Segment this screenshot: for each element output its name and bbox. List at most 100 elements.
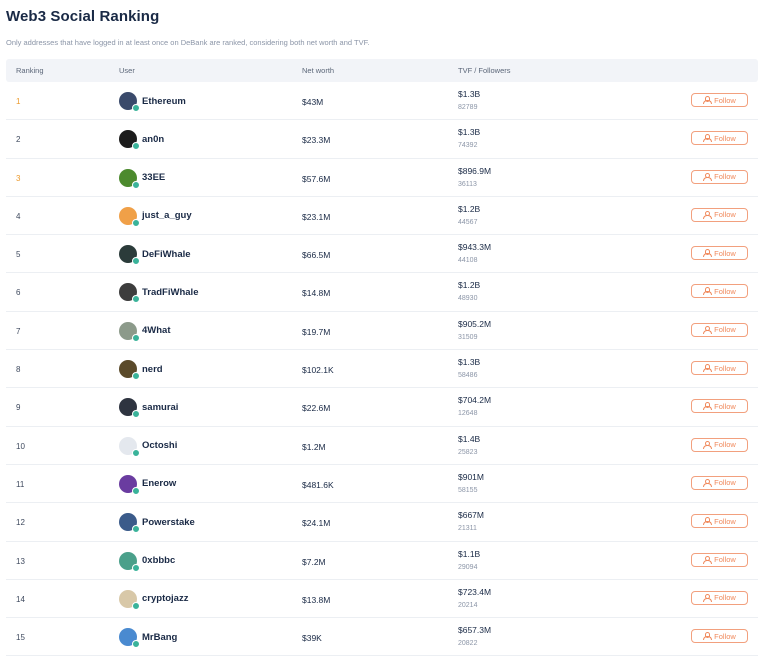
followers-count: 36113 [458, 180, 477, 188]
user-avatar[interactable] [119, 551, 140, 572]
user-avatar[interactable] [119, 321, 140, 342]
user-name-link[interactable]: nerd [142, 364, 163, 375]
follow-button-label: Follow [714, 555, 736, 565]
table-row-33ee[interactable]: 3 33EE $57.6M $896.9M 36113 Follow [6, 159, 758, 197]
column-header-tvf-followers: TVF / Followers [458, 66, 511, 75]
verified-badge-icon [132, 640, 140, 649]
user-avatar[interactable] [119, 628, 140, 649]
rank-value: 13 [16, 556, 25, 566]
follow-button[interactable]: Follow [691, 93, 748, 107]
user-avatar[interactable] [119, 168, 140, 189]
table-row-tradfiwhale[interactable]: 6 TradFiWhale $14.8M $1.2B 48930 Follow [6, 273, 758, 312]
tvf-value: $1.3B [458, 127, 481, 138]
follow-button[interactable]: Follow [691, 475, 748, 490]
follow-button-label: Follow [714, 325, 736, 335]
follow-button[interactable]: Follow [691, 514, 748, 529]
user-name-link[interactable]: cryptojazz [142, 593, 188, 604]
follow-button-label: Follow [714, 95, 736, 105]
follow-button[interactable]: Follow [691, 246, 748, 261]
user-name-link[interactable]: DeFiWhale [142, 249, 191, 260]
follow-button[interactable]: Follow [691, 437, 748, 452]
user-avatar[interactable] [119, 436, 140, 457]
user-plus-icon [703, 172, 712, 181]
table-row-octoshi[interactable]: 10 Octoshi $1.2M $1.4B 25823 Follow [6, 427, 758, 465]
follow-button[interactable]: Follow [691, 552, 748, 567]
follow-button[interactable]: Follow [691, 361, 748, 376]
net-worth-value: $66.5M [302, 250, 331, 261]
rank-value: 15 [16, 633, 25, 643]
followers-count: 48930 [458, 295, 478, 303]
follow-button[interactable]: Follow [691, 322, 748, 337]
user-avatar[interactable] [119, 589, 140, 610]
table-row-just_a_guy[interactable]: 4 just_a_guy $23.1M $1.2B 44567 Follow [6, 197, 758, 236]
user-name-link[interactable]: Powerstake [142, 517, 195, 528]
user-plus-icon [703, 96, 712, 104]
rank-value: 1 [16, 97, 21, 106]
table-row-ethereum[interactable]: 1 Ethereum $43M $1.3B 82789 Follow [6, 82, 758, 121]
user-avatar[interactable] [119, 206, 140, 227]
table-row-nerd[interactable]: 8 nerd $102.1K $1.3B 58486 Follow [6, 350, 758, 389]
page-subtitle: Only addresses that have logged in at le… [6, 38, 370, 47]
verified-badge-icon [132, 257, 140, 266]
user-avatar[interactable] [119, 92, 140, 112]
user-avatar[interactable] [119, 245, 140, 266]
net-worth-value: $1.2M [302, 441, 326, 452]
table-row-0xbbbc[interactable]: 13 0xbbbc $7.2M $1.1B 29094 Follow [6, 542, 758, 580]
user-name-link[interactable]: an0n [142, 134, 164, 145]
follow-button[interactable]: Follow [691, 169, 748, 184]
user-name-link[interactable]: Enerow [142, 478, 176, 489]
follow-button[interactable]: Follow [691, 207, 748, 222]
user-avatar[interactable] [119, 398, 140, 419]
followers-count: 44108 [458, 257, 478, 265]
net-worth-value: $22.6M [302, 403, 331, 414]
user-name-link[interactable]: 33EE [142, 172, 165, 183]
user-plus-icon [703, 517, 712, 526]
net-worth-value: $43M [302, 97, 324, 107]
user-avatar[interactable] [119, 360, 140, 381]
rank-value: 12 [16, 518, 25, 528]
user-plus-icon [703, 287, 712, 296]
user-avatar[interactable] [119, 130, 140, 151]
follow-button[interactable]: Follow [691, 131, 748, 146]
user-name-link[interactable]: MrBang [142, 632, 177, 643]
follow-button[interactable]: Follow [691, 629, 748, 644]
table-row-4what[interactable]: 7 4What $19.7M $905.2M 31509 Follow [6, 312, 758, 351]
rank-value: 10 [16, 441, 25, 451]
user-name-link[interactable]: Octoshi [142, 440, 177, 451]
tvf-value: $943.3M [458, 242, 492, 253]
follow-button-label: Follow [714, 440, 736, 450]
follow-button[interactable]: Follow [691, 284, 748, 299]
table-row-mrbang[interactable]: 15 MrBang $39K $657.3M 20822 Follow [6, 618, 758, 656]
table-row-cryptojazz[interactable]: 14 cryptojazz $13.8M $723.4M 20214 Follo… [6, 580, 758, 619]
column-header-user: User [119, 66, 135, 75]
net-worth-value: $23.1M [302, 211, 331, 222]
table-row-samurai[interactable]: 9 samurai $22.6M $704.2M 12648 Follow [6, 388, 758, 427]
user-avatar[interactable] [119, 474, 140, 495]
user-name-link[interactable]: samurai [142, 402, 178, 413]
net-worth-value: $13.8M [302, 594, 331, 605]
followers-count: 58155 [458, 486, 478, 494]
tvf-value: $1.4B [458, 433, 481, 444]
verified-badge-icon [132, 333, 140, 342]
user-name-link[interactable]: TradFiWhale [142, 287, 198, 298]
user-name-link[interactable]: 0xbbbc [142, 555, 175, 566]
user-avatar[interactable] [119, 513, 140, 534]
table-row-enerow[interactable]: 11 Enerow $481.6K $901M 58155 Follow [6, 465, 758, 504]
table-row-powerstake[interactable]: 12 Powerstake $24.1M $667M 21311 Follow [6, 503, 758, 542]
rank-value: 6 [16, 288, 21, 298]
verified-badge-icon [132, 142, 140, 151]
verified-badge-icon [132, 295, 140, 304]
rank-value: 11 [16, 479, 25, 489]
user-name-link[interactable]: 4What [142, 325, 171, 336]
user-name-link[interactable]: Ethereum [142, 96, 186, 107]
column-header-ranking: Ranking [16, 66, 44, 75]
followers-count: 20214 [458, 601, 478, 609]
user-name-link[interactable]: just_a_guy [142, 210, 192, 221]
follow-button[interactable]: Follow [691, 399, 748, 414]
net-worth-value: $24.1M [302, 518, 331, 529]
user-avatar[interactable] [119, 283, 140, 304]
table-row-an0n[interactable]: 2 an0n $23.3M $1.3B 74392 Follow [6, 120, 758, 159]
verified-badge-icon [132, 486, 140, 495]
follow-button[interactable]: Follow [691, 590, 748, 605]
table-row-defiwhale[interactable]: 5 DeFiWhale $66.5M $943.3M 44108 Follow [6, 235, 758, 274]
